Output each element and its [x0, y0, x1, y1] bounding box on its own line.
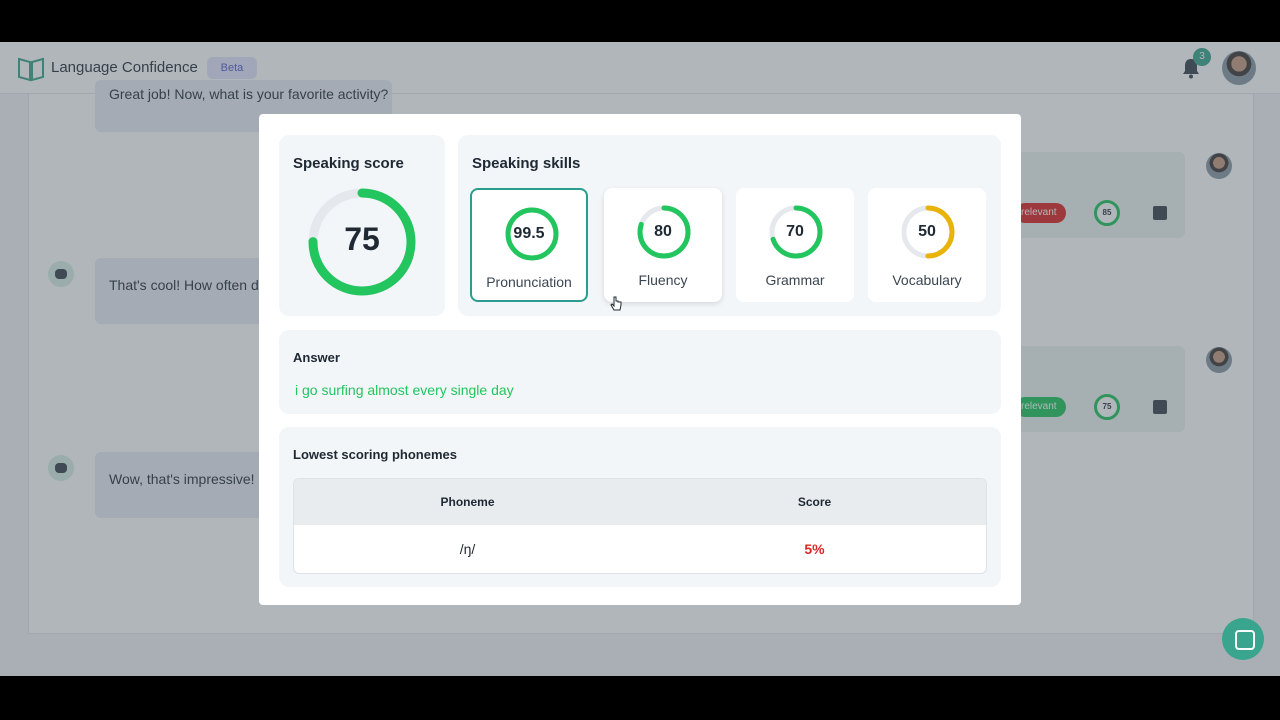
phoneme-cell: /ŋ/: [459, 541, 476, 557]
speaking-skills-card: Speaking skills 99.5 Pronunciation 80 Fl…: [458, 135, 1001, 316]
fluency-label: Fluency: [638, 272, 688, 288]
pronunciation-label: Pronunciation: [486, 274, 572, 290]
grammar-label: Grammar: [765, 272, 825, 288]
column-header-phoneme: Phoneme: [440, 495, 495, 509]
speaking-score-card: Speaking score 75: [279, 135, 445, 316]
speaking-skills-title: Speaking skills: [472, 155, 581, 172]
skill-fluency[interactable]: 80 Fluency: [604, 188, 722, 302]
pronunciation-score: 99.5: [513, 225, 545, 242]
table-header: Phoneme Score: [294, 479, 986, 525]
phoneme-score-cell: 5%: [804, 541, 825, 557]
score-modal: Speaking score 75 Speaking skills 99.5 P…: [259, 114, 1021, 605]
pointer-cursor-icon: [610, 296, 622, 311]
answer-text: i go surfing almost every single day: [295, 382, 514, 398]
app-screen: Language Confidence Beta 3 Great job! No…: [0, 42, 1280, 676]
skill-pronunciation[interactable]: 99.5 Pronunciation: [470, 188, 588, 302]
skill-vocabulary[interactable]: 50 Vocabulary: [868, 188, 986, 302]
column-header-score: Score: [797, 495, 832, 509]
phonemes-title: Lowest scoring phonemes: [293, 447, 457, 462]
phonemes-table: Phoneme Score /ŋ/ 5%: [293, 478, 987, 574]
answer-title: Answer: [293, 350, 340, 365]
fluency-score: 80: [654, 223, 672, 240]
vocabulary-label: Vocabulary: [892, 272, 962, 288]
speaking-score-value: 75: [344, 221, 380, 257]
chat-support-button[interactable]: [1222, 618, 1264, 660]
speaking-score-title: Speaking score: [293, 155, 404, 172]
answer-card: Answer: [279, 330, 1001, 414]
grammar-score: 70: [786, 223, 804, 240]
skill-grammar[interactable]: 70 Grammar: [736, 188, 854, 302]
vocabulary-score: 50: [918, 223, 936, 240]
